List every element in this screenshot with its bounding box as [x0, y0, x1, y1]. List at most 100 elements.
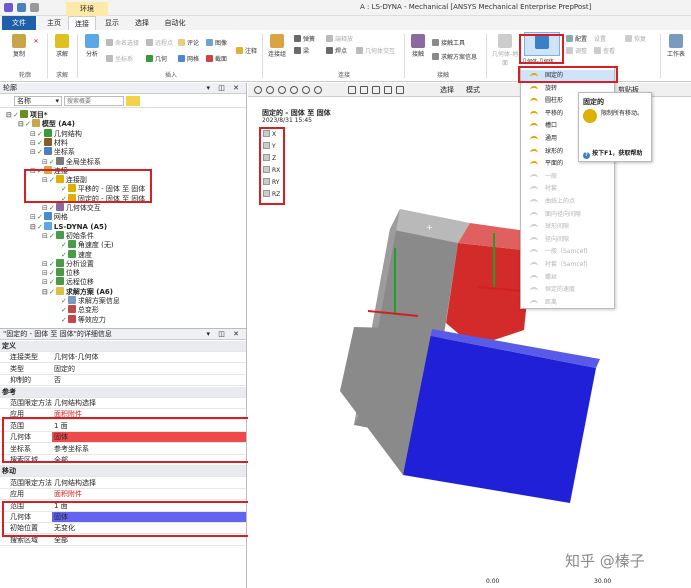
contact-icon: [411, 34, 425, 48]
tooltip-title: 固定的: [583, 98, 604, 106]
tab-display[interactable]: 显示: [98, 16, 126, 30]
filter-icon[interactable]: [126, 96, 140, 106]
spot-weld-button[interactable]: 焊点: [326, 46, 347, 55]
tab-home[interactable]: 主页: [40, 16, 68, 30]
comment-button[interactable]: 评论: [178, 38, 199, 47]
restore-button[interactable]: 恢复: [625, 34, 646, 43]
named-selection-button[interactable]: 命名选择: [106, 38, 139, 47]
tree-node-icon: [55, 258, 64, 267]
tree-item-label: 材料: [53, 138, 68, 147]
tree-node-icon: [43, 221, 52, 230]
tree-item-label: 模型 (A4): [41, 120, 75, 129]
worksheet-button[interactable]: 工作表: [664, 34, 688, 58]
status-check-icon: ✓: [49, 157, 55, 166]
tree-item-label: 等效应力: [77, 315, 106, 324]
copy-button[interactable]: 复制: [8, 34, 30, 58]
solve-button[interactable]: 求解: [52, 34, 72, 58]
view-button[interactable]: 查看: [594, 46, 615, 55]
details-key: 范围限定方法: [10, 478, 52, 487]
end-release-button[interactable]: 端释放: [326, 34, 353, 43]
details-section[interactable]: 参考: [0, 386, 246, 398]
ribbon-tabs: 文件 主页 连接 显示 选择 自动化: [0, 16, 691, 30]
details-value[interactable]: 面积附件: [52, 489, 246, 499]
panel-pin-icons[interactable]: ▾ ◫ ✕: [207, 329, 242, 340]
joint-icon: [530, 173, 538, 180]
scale-label-0: 0.00: [486, 578, 500, 585]
tree-item-label: 几何体交互: [65, 204, 101, 212]
joint-icon: [530, 148, 538, 155]
details-key: 范围限定方法: [10, 399, 52, 407]
expand-icon[interactable]: ⊟: [6, 110, 13, 120]
tree-node-icon: [43, 147, 52, 156]
tab-connections[interactable]: 连接: [68, 16, 96, 30]
tree-item-label: 远程位移: [65, 278, 94, 287]
details-value[interactable]: 几何体-几何体: [52, 352, 246, 362]
joint-menu-item: 螺丝: [521, 272, 614, 284]
expand-icon[interactable]: ⊟: [42, 231, 49, 241]
expand-icon[interactable]: ⊟: [30, 222, 37, 232]
remote-point-button[interactable]: 远程点: [146, 38, 173, 47]
expand-icon[interactable]: ⊟: [18, 119, 25, 129]
adjust-button[interactable]: 调整: [566, 46, 587, 55]
tab-selection[interactable]: 选择: [128, 16, 156, 30]
details-section[interactable]: 定义: [0, 341, 246, 352]
beam-button[interactable]: 梁: [294, 46, 309, 55]
configure-button[interactable]: 配置: [566, 34, 587, 43]
status-check-icon: ✓: [37, 148, 43, 157]
image-button[interactable]: 图像: [206, 38, 227, 47]
details-key: 抑制的: [10, 376, 31, 385]
annotation-button[interactable]: 注释: [236, 46, 257, 55]
joint-icon: [530, 98, 538, 104]
status-check-icon: ✓: [49, 269, 55, 278]
details-value[interactable]: 几何结构选择: [52, 398, 246, 408]
body-ground-button[interactable]: 几何体-地面: [490, 34, 520, 67]
details-row: 抑制的 否: [0, 375, 246, 387]
fixed-joint-icon: [583, 109, 597, 123]
section-button[interactable]: 截面: [206, 54, 227, 63]
tab-file[interactable]: 文件: [2, 16, 36, 30]
expand-icon[interactable]: ⊟: [42, 287, 49, 297]
tree-node-icon: [43, 128, 52, 137]
joint-icon: [530, 85, 538, 92]
solution-info-button[interactable]: 求解方案信息: [432, 52, 477, 61]
tree-item[interactable]: ✓ 等效应力: [54, 314, 106, 325]
coordinate-system-button[interactable]: 坐标系: [106, 54, 133, 63]
status-check-icon: ✓: [61, 297, 67, 305]
joint-icon: [530, 287, 538, 293]
mesh-button[interactable]: 网格: [178, 54, 199, 63]
analysis-button[interactable]: 分析: [82, 34, 102, 58]
contact-button[interactable]: 接触: [408, 34, 428, 58]
delete-button[interactable]: ✕: [30, 38, 42, 45]
connection-group-icon: [270, 34, 284, 48]
tree-item-label: 分析设置: [65, 259, 94, 268]
connection-group-button[interactable]: 连接组: [266, 34, 288, 58]
expand-icon[interactable]: ⊟: [30, 147, 37, 157]
spring-button[interactable]: 弹簧: [294, 34, 315, 43]
contact-tool-button[interactable]: 接触工具: [432, 38, 465, 47]
tree-item-label: 网格: [53, 213, 68, 222]
tree-item-label: 全局坐标系: [65, 157, 101, 166]
set-button[interactable]: 设置: [594, 34, 606, 43]
ribbon-separator: [262, 34, 263, 78]
tree-node-icon: [67, 296, 76, 304]
panel-pin-icons[interactable]: ▾ ◫ ✕: [207, 83, 242, 94]
details-value[interactable]: 固定的: [52, 364, 246, 374]
scale-label-30: 30.00: [594, 578, 612, 585]
joint-icon: [530, 236, 538, 243]
details-value[interactable]: 几何结构选择: [52, 478, 246, 488]
save-icon[interactable]: [17, 3, 26, 12]
dropdown-icon[interactable]: [30, 3, 39, 12]
details-value[interactable]: 否: [52, 375, 246, 385]
details-section[interactable]: 移动: [0, 466, 246, 478]
highlight-box: [2, 417, 260, 463]
filter-select[interactable]: 名称 ▾: [14, 96, 62, 106]
tab-automation[interactable]: 自动化: [158, 16, 192, 30]
geometry-button[interactable]: 几何: [146, 54, 167, 63]
joint-menu-item: 径向间隙: [521, 234, 614, 246]
body-interaction-button[interactable]: 几何体交互: [356, 46, 395, 55]
tooltip-help: ? 按下F1，获取帮助: [583, 148, 651, 159]
joint-menu-item: 球形间隙: [521, 221, 614, 233]
joint-menu-label: 通用: [545, 135, 558, 142]
status-check-icon: ✓: [49, 204, 55, 212]
outline-search-input[interactable]: [64, 96, 124, 106]
